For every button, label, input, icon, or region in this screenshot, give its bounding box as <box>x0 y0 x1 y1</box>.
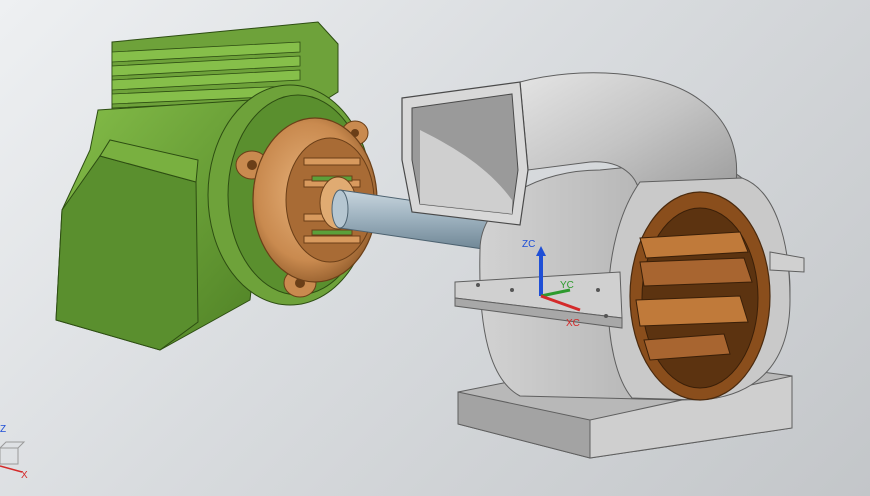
model-scene[interactable]: ZC YC XC X Z <box>0 0 870 496</box>
view-triad[interactable]: X Z <box>0 424 28 481</box>
view-z-label: Z <box>0 424 6 435</box>
y-axis-label: YC <box>560 280 574 291</box>
x-axis-label: XC <box>566 318 580 329</box>
graphics-window[interactable]: ZC YC XC X Z <box>0 0 870 496</box>
view-x-label: X <box>21 470 28 481</box>
view-x-axis <box>0 465 23 473</box>
fan-housing[interactable] <box>401 72 805 459</box>
z-axis-label: ZC <box>522 239 535 250</box>
